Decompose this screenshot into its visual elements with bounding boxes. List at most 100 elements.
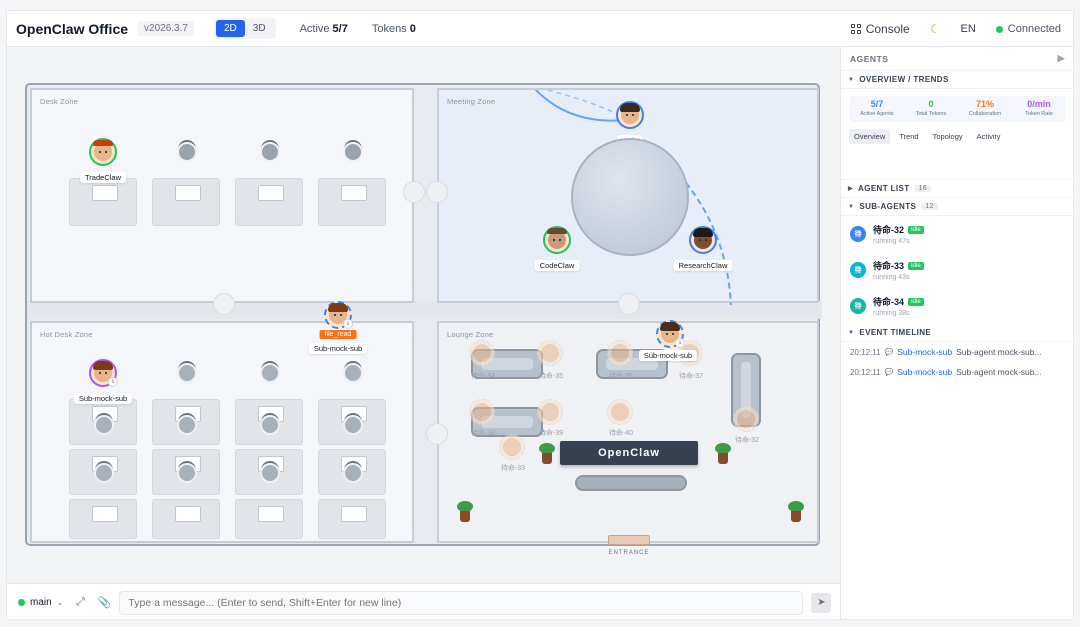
idle-agent-label: 待命-34 bbox=[470, 373, 496, 380]
event-time: 20:12:11 bbox=[850, 347, 881, 357]
monitor bbox=[175, 185, 201, 201]
sidebar-title: AGENTS bbox=[850, 53, 889, 64]
idle-agent-label: 待命-33 bbox=[500, 465, 526, 472]
chair bbox=[260, 415, 280, 435]
door bbox=[426, 181, 448, 203]
idle-agent-label: 待命-39 bbox=[538, 430, 564, 437]
idle-agent-avatar[interactable] bbox=[733, 406, 759, 432]
agent-codeclaw-avatar[interactable] bbox=[543, 226, 571, 254]
chair bbox=[260, 142, 280, 162]
agent-selector[interactable]: main ⌄ bbox=[18, 597, 63, 608]
event-time: 20:12:11 bbox=[850, 367, 881, 377]
view-toggle: 2D 3D bbox=[213, 18, 276, 39]
event-agent[interactable]: Sub-mock-sub bbox=[897, 347, 952, 357]
timeline-event[interactable]: 20:12:11 💬 Sub-mock-sub Sub-agent mock-s… bbox=[841, 342, 1073, 362]
plant-icon bbox=[457, 501, 473, 523]
idle-agent-label: 待命-38 bbox=[470, 430, 496, 437]
agent-list-section-header[interactable]: ▶ AGENT LIST 16 bbox=[841, 180, 1073, 198]
active-value: 5/7 bbox=[332, 22, 348, 35]
agent-submock-lounge-avatar[interactable]: s bbox=[656, 320, 685, 348]
subagent-item[interactable]: 待 待命-34 Idle running 38s bbox=[841, 288, 1073, 324]
timeline-section-header[interactable]: ▼ EVENT TIMELINE bbox=[841, 324, 1073, 342]
agent-main-avatar[interactable] bbox=[616, 101, 644, 129]
console-label: Console bbox=[865, 22, 910, 36]
overview-section-header[interactable]: ▼ OVERVIEW / TRENDS bbox=[841, 71, 1073, 89]
idle-agent-avatar[interactable] bbox=[537, 399, 563, 425]
office-canvas[interactable]: Desk Zone TradeClaw Meeting Zone CodeCla… bbox=[7, 47, 840, 583]
sidebar-header: AGENTS ▶ bbox=[841, 47, 1073, 71]
tab-overview[interactable]: Overview bbox=[849, 129, 891, 144]
idle-agent-avatar[interactable] bbox=[469, 340, 495, 366]
subagent-item[interactable]: 待 待命-32 Idle running 47s bbox=[841, 216, 1073, 252]
subagent-avatar: 待 bbox=[850, 262, 866, 278]
view-3d-button[interactable]: 3D bbox=[245, 20, 274, 37]
desk bbox=[152, 499, 220, 539]
chair bbox=[177, 363, 197, 383]
status-dot-icon bbox=[995, 25, 1003, 33]
console-button[interactable]: Console bbox=[850, 22, 910, 36]
tab-topology[interactable]: Topology bbox=[928, 129, 968, 144]
subagent-avatar: 待 bbox=[850, 226, 866, 242]
chair bbox=[94, 463, 114, 483]
desk bbox=[318, 178, 386, 226]
idle-agent-avatar[interactable] bbox=[537, 340, 563, 366]
caret-right-icon: ▶ bbox=[848, 186, 854, 192]
agent-submock-tool-label: Sub-mock-sub bbox=[308, 343, 368, 354]
language-toggle[interactable]: EN bbox=[961, 23, 976, 35]
metric-token-rate: 0/min Token Rate bbox=[1012, 96, 1066, 122]
metric-active-agents: 5/7 Active Agents bbox=[850, 96, 904, 122]
agent-tradeclaw-avatar[interactable] bbox=[89, 138, 117, 166]
attachment-icon[interactable]: 📎 bbox=[97, 596, 112, 609]
metric-collaboration: 71% Collaboration bbox=[958, 96, 1012, 122]
desk bbox=[318, 499, 386, 539]
face-icon bbox=[547, 228, 567, 249]
desk bbox=[69, 499, 137, 539]
tab-trend[interactable]: Trend bbox=[894, 129, 923, 144]
sub-agent-badge-icon: s bbox=[343, 319, 353, 329]
agent-submock-hot-label: Sub-mock-sub bbox=[73, 393, 133, 404]
active-stat: Active 5/7 bbox=[300, 23, 348, 35]
chat-bubble-icon: 💬 bbox=[884, 369, 894, 376]
agent-submock-tool-avatar[interactable]: s bbox=[324, 301, 353, 329]
event-message: Sub-agent mock-sub... bbox=[956, 367, 1042, 377]
metric-value: 0/min bbox=[1027, 99, 1051, 109]
agent-submock-hot-avatar[interactable]: s bbox=[89, 359, 118, 387]
door bbox=[426, 423, 448, 445]
idle-agent-avatar[interactable] bbox=[607, 399, 633, 425]
collapse-sidebar-icon[interactable]: ▶ bbox=[1058, 53, 1065, 64]
view-2d-button[interactable]: 2D bbox=[215, 20, 245, 37]
door bbox=[213, 293, 235, 315]
agent-researchclaw-avatar[interactable] bbox=[689, 226, 717, 254]
chair bbox=[343, 363, 363, 383]
subagent-name: 待命-34 bbox=[873, 297, 905, 307]
timeline-event[interactable]: 20:12:11 💬 Sub-mock-sub Sub-agent mock-s… bbox=[841, 362, 1073, 382]
idle-agent-avatar[interactable] bbox=[607, 340, 633, 366]
sub-agent-badge-icon: s bbox=[108, 377, 118, 387]
entrance-mat bbox=[608, 535, 650, 545]
moon-icon[interactable]: ☾ bbox=[930, 22, 941, 36]
agents-sidebar: AGENTS ▶ ▼ OVERVIEW / TRENDS 5/7 Active A… bbox=[840, 47, 1073, 619]
idle-agent-avatar[interactable] bbox=[469, 399, 495, 425]
subagent-runtime: running 43s bbox=[873, 274, 910, 281]
idle-agent-avatar[interactable] bbox=[499, 434, 525, 460]
entrance-label: ENTRANCE bbox=[608, 550, 650, 556]
event-message: Sub-agent mock-sub... bbox=[956, 347, 1042, 357]
connection-label: Connected bbox=[1007, 23, 1061, 35]
metrics-panel: 5/7 Active Agents 0 Total Tokens 71% Collab… bbox=[850, 96, 1066, 122]
message-input[interactable] bbox=[119, 590, 804, 615]
event-agent[interactable]: Sub-mock-sub bbox=[897, 367, 952, 377]
agent-list-title: AGENT LIST bbox=[858, 184, 910, 193]
subagents-section-header[interactable]: ▼ SUB-AGENTS 12 bbox=[841, 198, 1073, 216]
agent-selector-label: main bbox=[30, 597, 52, 608]
expand-icon[interactable]: ⤢ bbox=[73, 596, 87, 609]
subagents-count: 12 bbox=[921, 203, 938, 210]
desk bbox=[235, 178, 303, 226]
tab-activity[interactable]: Activity bbox=[972, 129, 1006, 144]
top-bar: OpenClaw Office v2026.3.7 2D 3D Active 5/… bbox=[7, 11, 1073, 47]
subagent-item[interactable]: 待 待命-33 Idle running 43s bbox=[841, 252, 1073, 288]
face-icon bbox=[693, 228, 713, 249]
send-button[interactable]: ➤ bbox=[811, 592, 832, 613]
metric-value: 5/7 bbox=[870, 99, 884, 109]
agent-researchclaw-label: ResearchClaw bbox=[673, 260, 733, 271]
monitor bbox=[92, 185, 118, 201]
